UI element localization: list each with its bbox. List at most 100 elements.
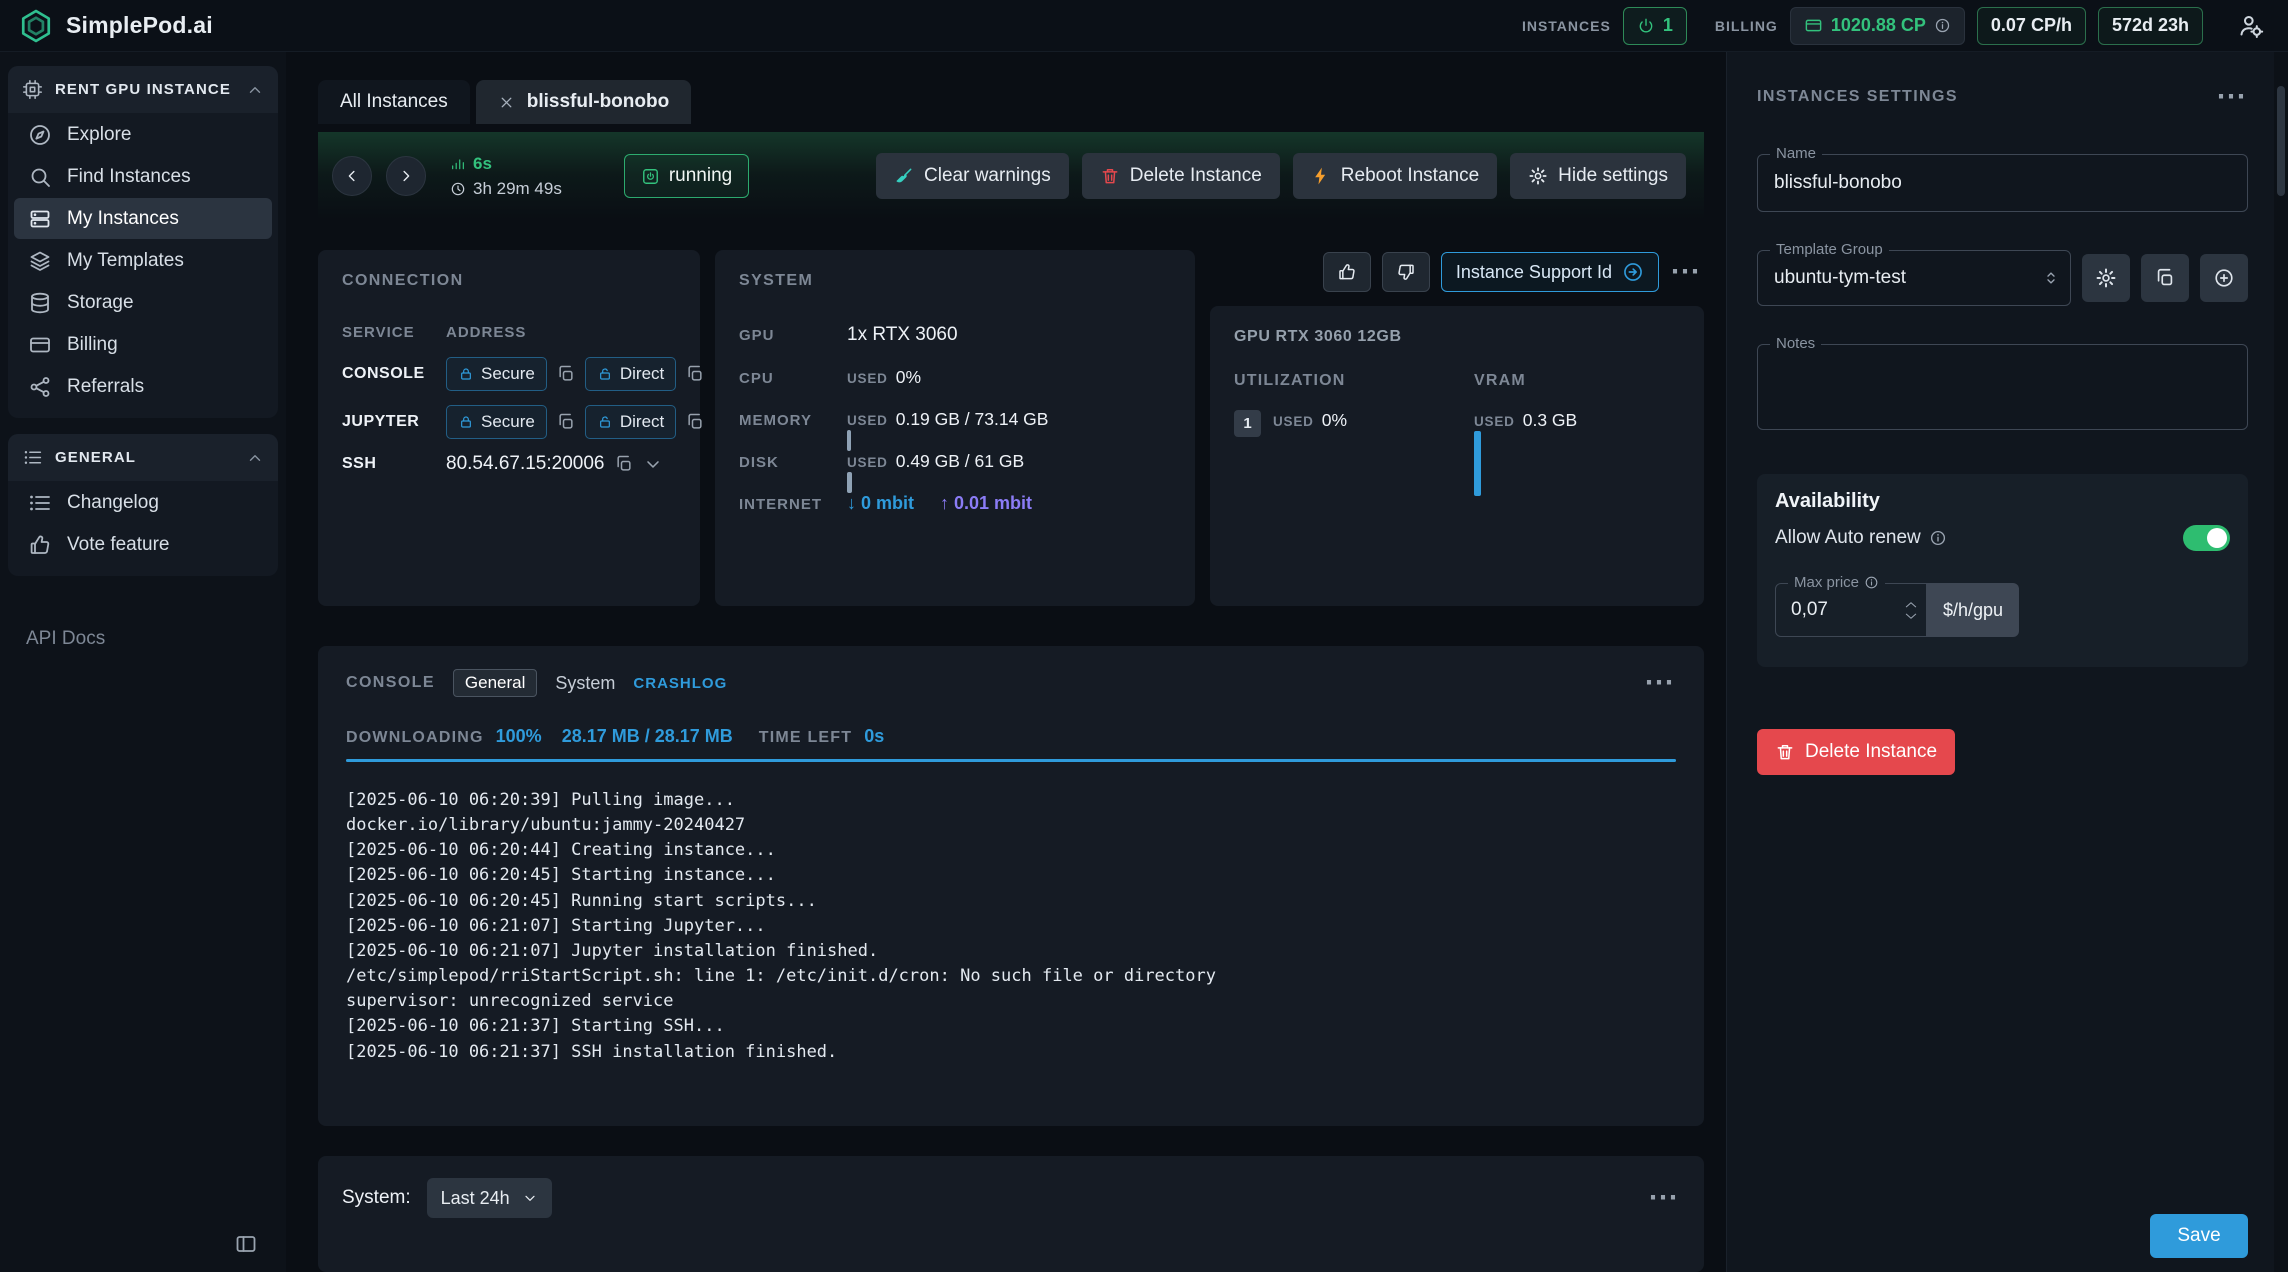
trash-icon (1100, 166, 1120, 186)
max-price-input[interactable] (1776, 599, 1862, 621)
jupyter-direct-button[interactable]: Direct (585, 405, 676, 439)
next-instance-button[interactable] (386, 156, 426, 196)
chevron-up-icon (246, 449, 264, 467)
broom-icon (894, 166, 914, 186)
instance-actions: Clear warnings Delete Instance Reboot In… (876, 153, 1686, 199)
api-docs-link[interactable]: API Docs (8, 628, 278, 650)
copy-icon[interactable] (556, 412, 576, 432)
remaining-time-badge[interactable]: 572d 23h (2098, 7, 2203, 45)
credits-badge[interactable]: 1020.88 CP (1790, 7, 1965, 45)
range-value: Last 24h (441, 1188, 510, 1209)
clock-icon (450, 181, 466, 197)
sidebar-item-find-instances[interactable]: Find Instances (14, 156, 272, 197)
app-root: SimplePod.ai INSTANCES 1 BILLING 1020.88… (0, 0, 2288, 1272)
scrollbar-thumb[interactable] (2277, 86, 2285, 196)
info-icon (1929, 529, 1947, 547)
close-icon[interactable] (498, 94, 515, 111)
instances-badge[interactable]: 1 (1623, 7, 1687, 45)
copy-icon[interactable] (685, 364, 705, 384)
template-settings-button[interactable] (2082, 254, 2130, 302)
page-scrollbar[interactable] (2274, 52, 2288, 1272)
console-secure-button[interactable]: Secure (446, 357, 547, 391)
lock-icon (458, 414, 474, 430)
more-menu-button[interactable]: ⋯ (1670, 257, 1702, 287)
service-name: JUPYTER (342, 413, 446, 431)
console-tab-crashlog[interactable]: CRASHLOG (633, 675, 727, 692)
support-id-label: Instance Support Id (1456, 262, 1612, 283)
copy-icon[interactable] (685, 412, 705, 432)
settings-more-menu-button[interactable]: ⋯ (2216, 82, 2248, 112)
price-unit: $/h/gpu (1927, 583, 2019, 637)
chevron-down-icon[interactable] (643, 454, 663, 474)
copy-icon[interactable] (614, 454, 634, 474)
tabbar: All Instances blissful-bonobo (318, 78, 1704, 124)
sidebar-section-rent-header[interactable]: RENT GPU INSTANCE (8, 66, 278, 113)
sidebar-section-general-header[interactable]: GENERAL (8, 434, 278, 481)
template-group-label: Template Group (1770, 241, 1889, 258)
sidebar-item-my-instances[interactable]: My Instances (14, 198, 272, 239)
disk-meter (847, 472, 1171, 493)
tab-all-instances[interactable]: All Instances (318, 80, 470, 124)
rate-badge[interactable]: 0.07 CP/h (1977, 7, 2086, 45)
auto-renew-toggle[interactable] (2183, 525, 2230, 551)
remaining-value: 572d 23h (2112, 15, 2189, 36)
database-icon (28, 291, 52, 315)
chevron-up-icon (246, 81, 264, 99)
console-panel: CONSOLE General System CRASHLOG ⋯ DOWNLO… (318, 646, 1704, 1126)
jupyter-secure-button[interactable]: Secure (446, 405, 547, 439)
console-direct-button[interactable]: Direct (585, 357, 676, 391)
direct-label: Direct (620, 364, 664, 384)
tab-instance-blissful-bonobo[interactable]: blissful-bonobo (476, 80, 691, 124)
template-group-value: ubuntu-tym-test (1774, 267, 1906, 289)
time-range-select[interactable]: Last 24h (427, 1178, 552, 1218)
template-group-select[interactable]: Template Group ubuntu-tym-test (1757, 250, 2071, 306)
service-name: CONSOLE (342, 365, 446, 383)
notes-input[interactable] (1758, 345, 2247, 429)
brand[interactable]: SimplePod.ai (18, 8, 213, 44)
sidebar-item-explore[interactable]: Explore (14, 114, 272, 155)
sidebar-item-referrals[interactable]: Referrals (14, 366, 272, 407)
stepper-down-icon[interactable] (1904, 612, 1918, 621)
gear-icon (1528, 166, 1548, 186)
name-input[interactable] (1758, 155, 2247, 211)
reboot-instance-button[interactable]: Reboot Instance (1293, 153, 1497, 199)
topbar: SimplePod.ai INSTANCES 1 BILLING 1020.88… (0, 0, 2288, 52)
notes-label: Notes (1770, 335, 1821, 352)
delete-instance-button[interactable]: Delete Instance (1082, 153, 1280, 199)
sidebar-item-vote-feature[interactable]: Vote feature (14, 524, 272, 565)
cpu-used-value: 0% (896, 367, 921, 388)
sidebar-item-label: My Templates (67, 250, 184, 272)
sidebar-item-my-templates[interactable]: My Templates (14, 240, 272, 281)
collapse-sidebar-icon[interactable] (234, 1232, 258, 1256)
chart-more-menu-button[interactable]: ⋯ (1648, 1183, 1680, 1213)
sidebar: RENT GPU INSTANCE Explore Find Instance (0, 52, 286, 1272)
lock-icon (458, 366, 474, 382)
gpu-column: Instance Support Id ⋯ GPU RTX 3060 12GB … (1210, 250, 1704, 606)
instance-support-id-button[interactable]: Instance Support Id (1441, 252, 1659, 292)
copy-icon[interactable] (556, 364, 576, 384)
main-content: All Instances blissful-bonobo (286, 52, 1726, 1272)
instance-header: 6s 3h 29m 49s running (318, 132, 1704, 220)
stepper-up-icon[interactable] (1904, 600, 1918, 609)
system-row-cpu: CPU USED 0% (739, 367, 1171, 388)
thumbs-down-button[interactable] (1382, 252, 1430, 292)
sidebar-item-changelog[interactable]: Changelog (14, 482, 272, 523)
console-more-menu-button[interactable]: ⋯ (1644, 668, 1676, 698)
sidebar-item-storage[interactable]: Storage (14, 282, 272, 323)
prev-instance-button[interactable] (332, 156, 372, 196)
instance-quick-actions: Instance Support Id ⋯ (1210, 250, 1704, 306)
console-tab-system[interactable]: System (555, 673, 615, 694)
status-badge[interactable]: running (624, 154, 749, 198)
console-tab-general[interactable]: General (453, 669, 537, 697)
account-settings-icon[interactable] (2237, 12, 2264, 39)
thumbs-up-button[interactable] (1323, 252, 1371, 292)
sidebar-item-label: Storage (67, 292, 134, 314)
add-template-button[interactable] (2200, 254, 2248, 302)
clear-warnings-button[interactable]: Clear warnings (876, 153, 1069, 199)
sidebar-item-billing[interactable]: Billing (14, 324, 272, 365)
save-button[interactable]: Save (2150, 1214, 2248, 1258)
duplicate-template-button[interactable] (2141, 254, 2189, 302)
settings-delete-instance-button[interactable]: Delete Instance (1757, 729, 1955, 775)
hide-settings-button[interactable]: Hide settings (1510, 153, 1686, 199)
availability-section: Availability Allow Auto renew Max price (1757, 474, 2248, 667)
